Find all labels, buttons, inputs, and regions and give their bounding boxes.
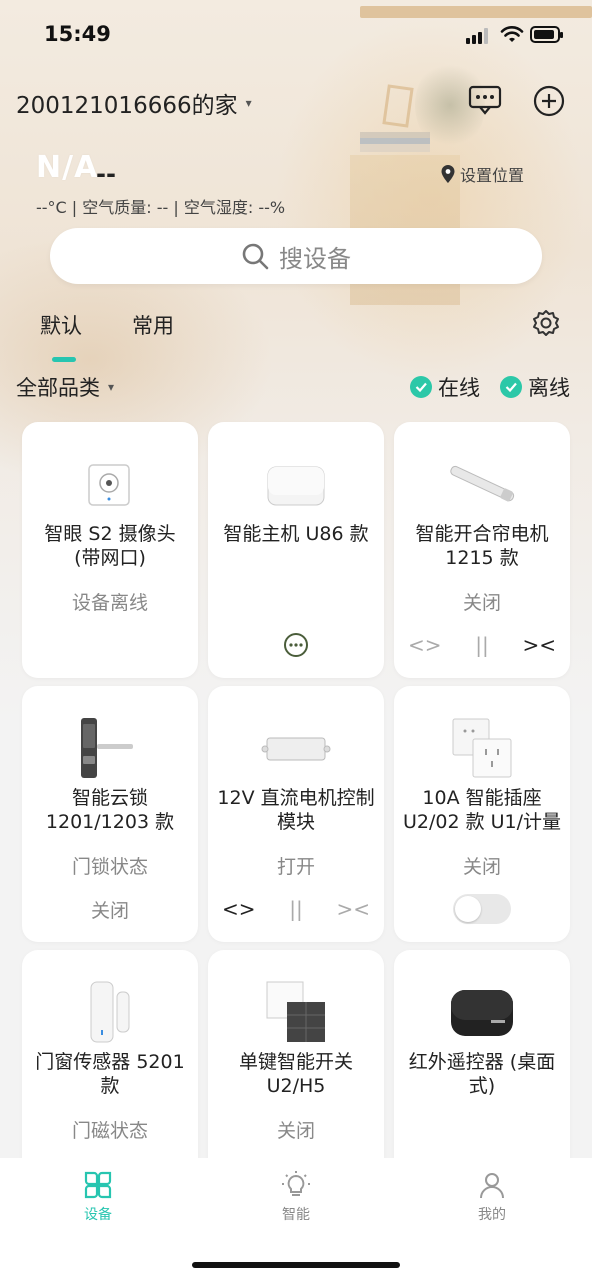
- pause-button[interactable]: ||: [289, 897, 302, 921]
- devices-icon: [84, 1171, 112, 1199]
- device-card-curtain-motor[interactable]: 智能开合帘电机 1215 款 关闭 <> || ><: [394, 422, 570, 678]
- tabbar-profile-label: 我的: [478, 1207, 506, 1223]
- check-icon: [410, 376, 432, 398]
- offline-filter[interactable]: 离线: [500, 372, 570, 402]
- category-label: 全部品类: [16, 376, 100, 400]
- battery-icon: [530, 26, 563, 43]
- more-icon: [284, 633, 308, 657]
- home-name: 200121016666的家: [16, 93, 238, 119]
- chevron-down-icon: ▾: [108, 380, 115, 394]
- tab-default[interactable]: 默认: [40, 310, 82, 362]
- device-status: 门磁状态: [71, 1120, 148, 1142]
- filter-row: 全部品类 ▾ 在线 离线: [16, 372, 576, 402]
- curtain-motor-image: [394, 444, 570, 524]
- home-indicator[interactable]: [192, 1262, 400, 1268]
- pause-button[interactable]: ||: [475, 633, 488, 657]
- location-pin-icon: [441, 165, 455, 183]
- door-sensor-image: [22, 972, 198, 1052]
- chevron-down-icon: ▾: [245, 96, 252, 110]
- tabbar-devices[interactable]: 设备: [48, 1170, 148, 1224]
- hub-image: [208, 444, 384, 524]
- smart-socket-image: [394, 708, 570, 788]
- open-button[interactable]: <>: [222, 897, 256, 921]
- device-name: 单键智能开关 U2/H5: [238, 1051, 353, 1097]
- device-status: 设备离线: [71, 592, 148, 614]
- device-name: 智眼 S2 摄像头 (带网口): [44, 523, 176, 569]
- more-options[interactable]: [208, 630, 384, 660]
- device-card-smart-lock[interactable]: 智能云锁 1201/1203 款 门锁状态 关闭: [22, 686, 198, 942]
- lock-state: 关闭: [90, 899, 129, 922]
- socket-toggle-wrap: [394, 894, 570, 924]
- offline-label: 离线: [528, 376, 570, 400]
- wifi-icon: [500, 26, 524, 42]
- tabbar-smart-label: 智能: [282, 1207, 310, 1223]
- message-icon[interactable]: [468, 84, 502, 116]
- online-label: 在线: [438, 376, 480, 400]
- device-status: 关闭: [462, 856, 501, 878]
- device-name: 红外遥控器 (桌面式): [408, 1051, 556, 1097]
- smart-lock-image: [22, 708, 198, 788]
- home-selector[interactable]: 200121016666的家 ▾: [16, 86, 252, 120]
- device-status: 关闭: [276, 1120, 315, 1142]
- device-status: 门锁状态: [71, 856, 148, 878]
- device-status: 打开: [276, 856, 315, 878]
- close-button[interactable]: ><: [336, 897, 370, 921]
- motor-controls: <> || ><: [222, 894, 370, 924]
- set-location-button[interactable]: 设置位置: [440, 162, 524, 186]
- device-tabs: 默认 常用: [40, 310, 174, 362]
- device-name: 门窗传感器 5201 款: [35, 1051, 185, 1097]
- device-card-hub[interactable]: 智能主机 U86 款: [208, 422, 384, 678]
- device-name: 智能云锁 1201/1203 款: [45, 787, 175, 833]
- camera-image: [22, 444, 198, 524]
- device-name: 12V 直流电机控制模块: [217, 787, 375, 833]
- cellular-signal-icon: [466, 28, 488, 44]
- tabbar-devices-label: 设备: [84, 1207, 112, 1223]
- open-button[interactable]: <>: [408, 633, 442, 657]
- tabbar-smart[interactable]: 智能: [246, 1170, 346, 1224]
- category-selector[interactable]: 全部品类 ▾: [16, 372, 114, 402]
- tab-frequent[interactable]: 常用: [132, 310, 174, 340]
- add-icon[interactable]: [532, 84, 566, 118]
- device-name: 智能主机 U86 款: [223, 523, 369, 545]
- motor-module-image: [208, 708, 384, 788]
- device-card-dc-motor-module[interactable]: 12V 直流电机控制模块 打开 <> || ><: [208, 686, 384, 942]
- device-status: 关闭: [462, 592, 501, 614]
- device-card-camera[interactable]: 智眼 S2 摄像头 (带网口) 设备离线: [22, 422, 198, 678]
- device-card-smart-socket[interactable]: 10A 智能插座 U2/02 款 U1/计量 关闭: [394, 686, 570, 942]
- close-button[interactable]: ><: [522, 633, 556, 657]
- search-placeholder: 搜设备: [279, 244, 351, 273]
- status-bar: 15:49: [0, 0, 592, 70]
- socket-toggle[interactable]: [453, 894, 511, 924]
- bulb-icon: [282, 1171, 310, 1196]
- device-name: 智能开合帘电机 1215 款: [415, 523, 549, 569]
- weather-value: --: [96, 160, 116, 188]
- tabbar-profile[interactable]: 我的: [442, 1170, 542, 1224]
- curtain-controls: <> || ><: [408, 630, 556, 660]
- search-icon: [242, 243, 269, 270]
- switch-image: [208, 972, 384, 1052]
- ir-remote-image: [394, 972, 570, 1052]
- online-filter[interactable]: 在线: [410, 372, 480, 402]
- profile-icon: [480, 1173, 504, 1199]
- check-icon: [500, 376, 522, 398]
- search-bar[interactable]: 搜设备: [50, 228, 542, 284]
- location-label: 设置位置: [460, 166, 525, 185]
- gear-icon[interactable]: [530, 308, 562, 340]
- weather-condition: N/A: [36, 150, 99, 185]
- status-time: 15:49: [44, 22, 111, 46]
- device-name: 10A 智能插座 U2/02 款 U1/计量: [402, 787, 562, 833]
- weather-details: --°C | 空气质量: -- | 空气湿度: --%: [36, 198, 286, 217]
